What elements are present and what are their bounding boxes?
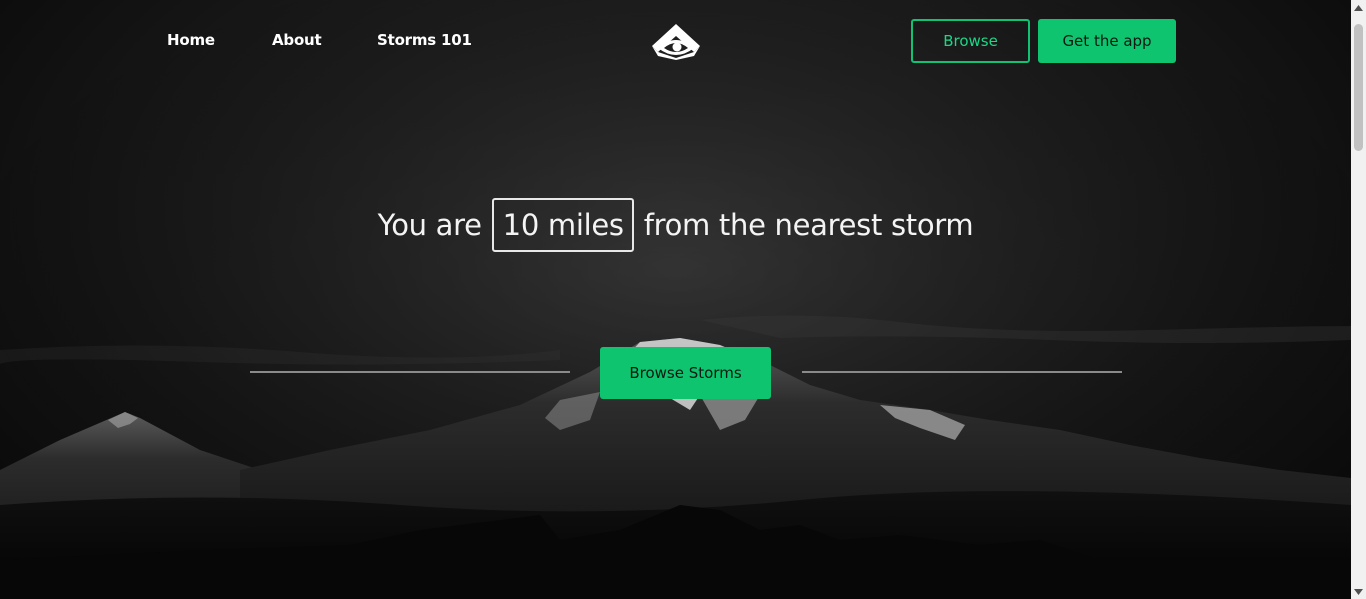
divider-left: [250, 371, 570, 373]
nav-link-about[interactable]: About: [272, 31, 322, 49]
get-the-app-button[interactable]: Get the app: [1038, 19, 1176, 63]
triangle-down-icon[interactable]: [1351, 584, 1366, 599]
vertical-scrollbar[interactable]: [1351, 0, 1366, 599]
triangle-up-icon[interactable]: [1351, 0, 1366, 15]
headline-suffix: from the nearest storm: [643, 208, 974, 242]
divider-right: [802, 371, 1122, 373]
browse-button[interactable]: Browse: [911, 19, 1030, 63]
distance-badge: 10 miles: [491, 198, 634, 252]
mountain-background-image: [0, 0, 1351, 599]
nav-link-storms-101[interactable]: Storms 101: [377, 31, 472, 49]
browse-storms-button[interactable]: Browse Storms: [600, 347, 771, 399]
nav-link-home[interactable]: Home: [167, 31, 215, 49]
headline-prefix: You are: [377, 208, 482, 242]
scrollbar-thumb[interactable]: [1354, 24, 1363, 151]
hero-headline: You are 10 miles from the nearest storm: [0, 198, 1351, 252]
hero-section: Home About Storms 101 Browse Get the app…: [0, 0, 1351, 599]
eye-triangle-logo-icon[interactable]: [650, 22, 702, 60]
top-navigation: Home About Storms 101 Browse Get the app: [0, 0, 1351, 82]
